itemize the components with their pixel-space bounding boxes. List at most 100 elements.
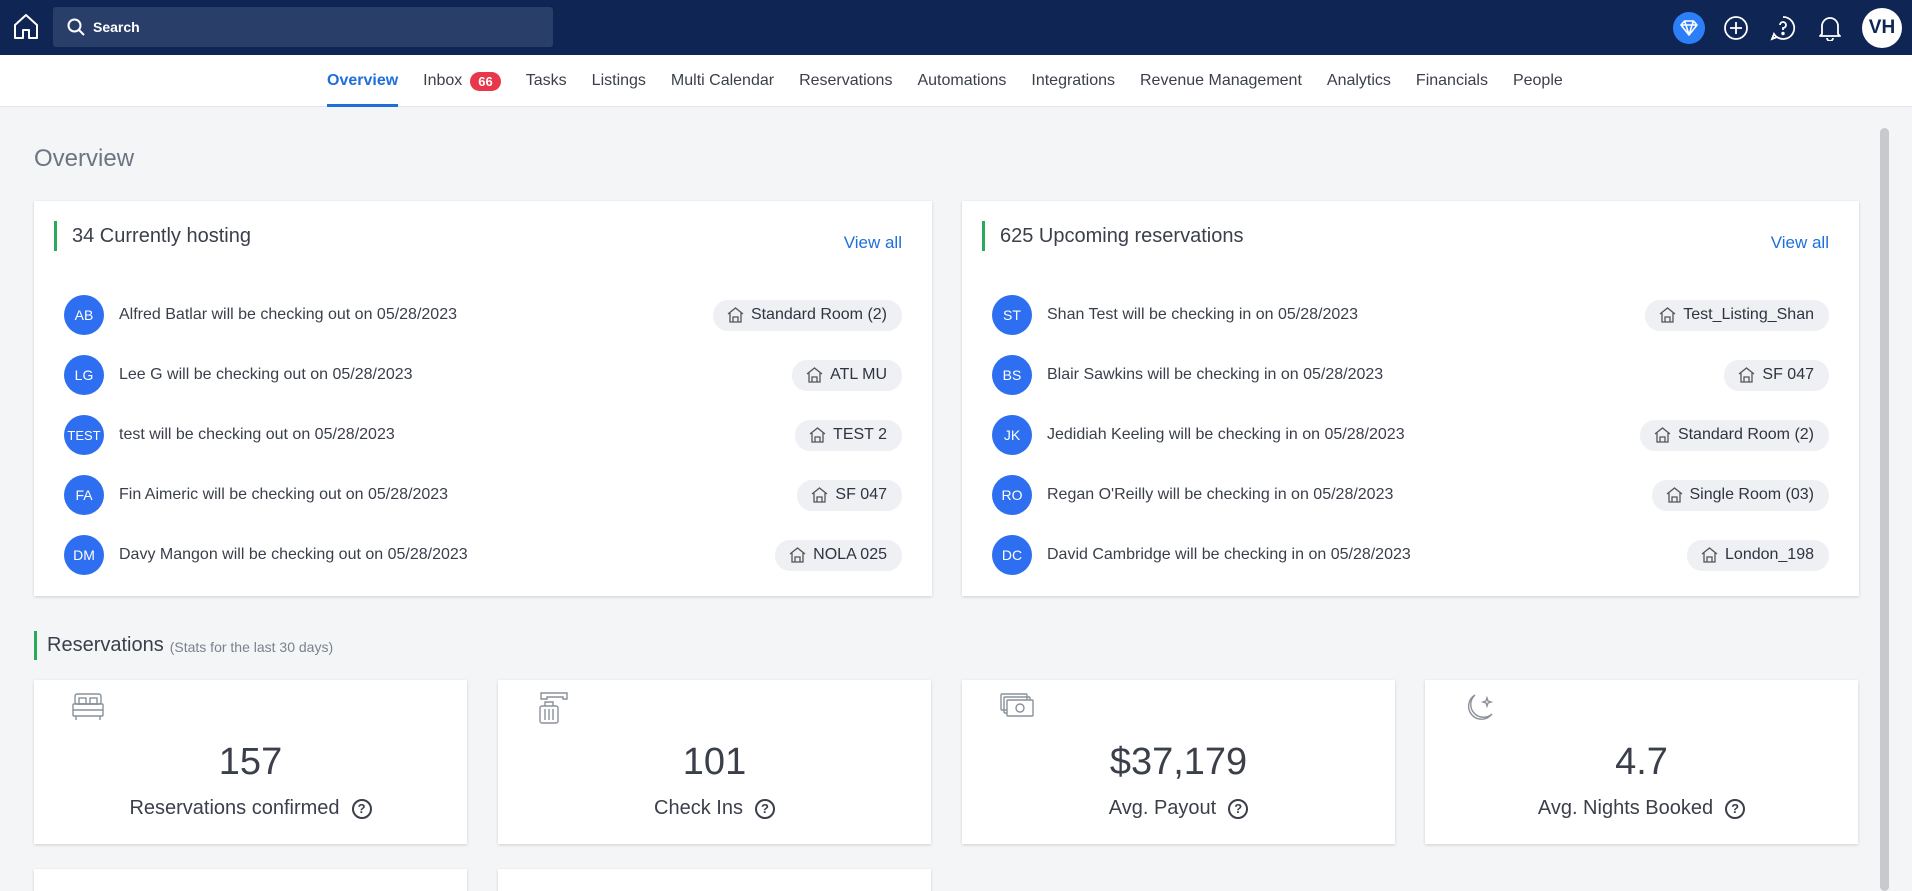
house-icon bbox=[1666, 487, 1682, 503]
row-text: Davy Mangon will be checking out on 05/2… bbox=[119, 546, 468, 563]
search-input[interactable] bbox=[93, 19, 533, 35]
list-item[interactable]: DM Davy Mangon will be checking out on 05… bbox=[64, 525, 902, 585]
house-icon bbox=[727, 307, 744, 323]
listing-tag[interactable]: Standard Room (2) bbox=[712, 299, 902, 331]
list-item[interactable]: AB Alfred Batlar will be checking out on … bbox=[64, 285, 902, 345]
stat-card-reservations-confirmed: 157 Reservations confirmed? bbox=[34, 680, 467, 844]
stat-value: 157 bbox=[218, 741, 283, 783]
home-button[interactable] bbox=[12, 12, 40, 40]
moon-icon bbox=[1467, 694, 1494, 720]
section-subtitle: (Stats for the last 30 days) bbox=[169, 639, 334, 655]
listing-tag[interactable]: London_198 bbox=[1687, 539, 1829, 571]
upcoming-view-all-link[interactable]: View all bbox=[1771, 233, 1829, 253]
stat-value: 4.7 bbox=[1615, 741, 1668, 783]
stat-card-avg-payout: $37,179 Avg. Payout? bbox=[962, 680, 1395, 844]
help-icon[interactable]: ? bbox=[1725, 798, 1746, 819]
list-item[interactable]: LG Lee G will be checking out on 05/28/20… bbox=[64, 345, 902, 405]
house-icon bbox=[1659, 307, 1676, 323]
listing-name: SF 047 bbox=[835, 486, 887, 503]
stat-label: Check Ins? bbox=[498, 797, 931, 820]
help-icon[interactable]: ? bbox=[754, 798, 775, 819]
diamond-icon bbox=[1672, 11, 1705, 44]
nav-listings[interactable]: Listings bbox=[592, 55, 646, 107]
stat-label-text: Check Ins bbox=[654, 797, 743, 819]
add-button[interactable] bbox=[1719, 11, 1752, 44]
guest-avatar: AB bbox=[64, 295, 104, 335]
listing-tag[interactable]: NOLA 025 bbox=[775, 539, 902, 571]
row-text: David Cambridge will be checking in on 0… bbox=[1047, 546, 1411, 563]
stat-card-partial bbox=[498, 869, 931, 891]
nav-multi-calendar[interactable]: Multi Calendar bbox=[671, 55, 774, 107]
nav-integrations[interactable]: Integrations bbox=[1031, 55, 1115, 107]
listing-name: Single Room (03) bbox=[1689, 486, 1815, 503]
nav-overview[interactable]: Overview bbox=[327, 55, 399, 107]
listing-tag[interactable]: SF 047 bbox=[1724, 359, 1829, 391]
house-icon bbox=[1654, 427, 1671, 443]
listing-tag[interactable]: SF 047 bbox=[797, 479, 902, 511]
help-button[interactable] bbox=[1766, 11, 1799, 44]
search-bar[interactable] bbox=[53, 7, 553, 47]
bell-icon bbox=[1818, 16, 1841, 41]
guest-avatar: LG bbox=[64, 355, 104, 395]
notifications-button[interactable] bbox=[1813, 11, 1846, 44]
listing-tag[interactable]: Test_Listing_Shan bbox=[1645, 299, 1829, 331]
listing-tag[interactable]: ATL MU bbox=[792, 359, 902, 391]
house-icon bbox=[1739, 367, 1755, 383]
stat-label-text: Avg. Nights Booked bbox=[1537, 797, 1714, 819]
list-item[interactable]: FA Fin Aimeric will be checking out on 05… bbox=[64, 465, 902, 525]
listing-tag[interactable]: Standard Room (2) bbox=[1639, 419, 1829, 451]
nav-automations[interactable]: Automations bbox=[917, 55, 1006, 107]
guest-avatar: DC bbox=[992, 535, 1032, 575]
row-text: Shan Test will be checking in on 05/28/2… bbox=[1047, 306, 1359, 323]
page-scrollbar[interactable] bbox=[1880, 128, 1889, 891]
guest-avatar: ST bbox=[992, 295, 1032, 335]
nav-analytics[interactable]: Analytics bbox=[1327, 55, 1391, 107]
listing-name: SF 047 bbox=[1762, 366, 1814, 383]
help-icon[interactable]: ? bbox=[351, 798, 372, 819]
upgrade-button[interactable] bbox=[1672, 11, 1705, 44]
stat-label: Reservations confirmed? bbox=[34, 797, 467, 820]
listing-name: London_198 bbox=[1725, 546, 1814, 563]
nav-label: Automations bbox=[917, 72, 1007, 89]
guest-avatar: TEST bbox=[64, 415, 104, 455]
stat-label-text: Reservations confirmed bbox=[129, 797, 340, 819]
nav-revenue-management[interactable]: Revenue Management bbox=[1140, 55, 1302, 107]
stat-label-text: Avg. Payout bbox=[1108, 797, 1217, 819]
list-item[interactable]: ST Shan Test will be checking in on 05/28… bbox=[992, 285, 1829, 345]
row-text: Alfred Batlar will be checking out on 05… bbox=[119, 306, 457, 323]
inbox-count-badge: 66 bbox=[470, 71, 501, 91]
nav-label: Financials bbox=[1415, 72, 1488, 89]
list-item[interactable]: RO Regan O'Reilly will be checking in on … bbox=[992, 465, 1829, 525]
listing-tag[interactable]: TEST 2 bbox=[795, 419, 902, 451]
list-item[interactable]: JK Jedidiah Keeling will be checking in o… bbox=[992, 405, 1829, 465]
house-icon bbox=[806, 367, 823, 383]
nav-people[interactable]: People bbox=[1513, 55, 1563, 107]
stat-card-partial bbox=[34, 869, 467, 891]
nav-tasks[interactable]: Tasks bbox=[526, 55, 567, 107]
house-icon bbox=[809, 427, 826, 443]
listing-tag[interactable]: Single Room (03) bbox=[1651, 479, 1829, 511]
money-icon bbox=[1000, 693, 1034, 717]
help-chat-icon bbox=[1769, 15, 1795, 41]
upcoming-reservations-panel: 625 Upcoming reservations View all ST Sha… bbox=[962, 201, 1859, 596]
stat-value: $37,179 bbox=[1109, 741, 1248, 783]
list-item[interactable]: BS Blair Sawkins will be checking in on 0… bbox=[992, 345, 1829, 405]
nav-financials[interactable]: Financials bbox=[1416, 55, 1488, 107]
currently-hosting-panel: 34 Currently hosting View all AB Alfred B… bbox=[34, 201, 932, 596]
guest-avatar: DM bbox=[64, 535, 104, 575]
row-text: Lee G will be checking out on 05/28/2023 bbox=[119, 366, 413, 383]
nav-inbox[interactable]: Inbox 66 bbox=[423, 55, 501, 107]
user-avatar[interactable]: VH bbox=[1862, 7, 1902, 48]
nav-label: Multi Calendar bbox=[670, 72, 775, 89]
luggage-icon bbox=[539, 692, 568, 724]
guest-avatar: BS bbox=[992, 355, 1032, 395]
stat-value: 101 bbox=[682, 741, 747, 783]
reservations-section-title: Reservations (Stats for the last 30 days… bbox=[34, 631, 333, 660]
help-icon[interactable]: ? bbox=[1228, 798, 1249, 819]
list-item[interactable]: TEST test will be checking out on 05/28/2… bbox=[64, 405, 902, 465]
listing-name: NOLA 025 bbox=[813, 546, 887, 563]
nav-reservations[interactable]: Reservations bbox=[799, 55, 892, 107]
listing-name: TEST 2 bbox=[833, 426, 887, 443]
list-item[interactable]: DC David Cambridge will be checking in on… bbox=[992, 525, 1829, 585]
hosting-view-all-link[interactable]: View all bbox=[844, 233, 902, 253]
